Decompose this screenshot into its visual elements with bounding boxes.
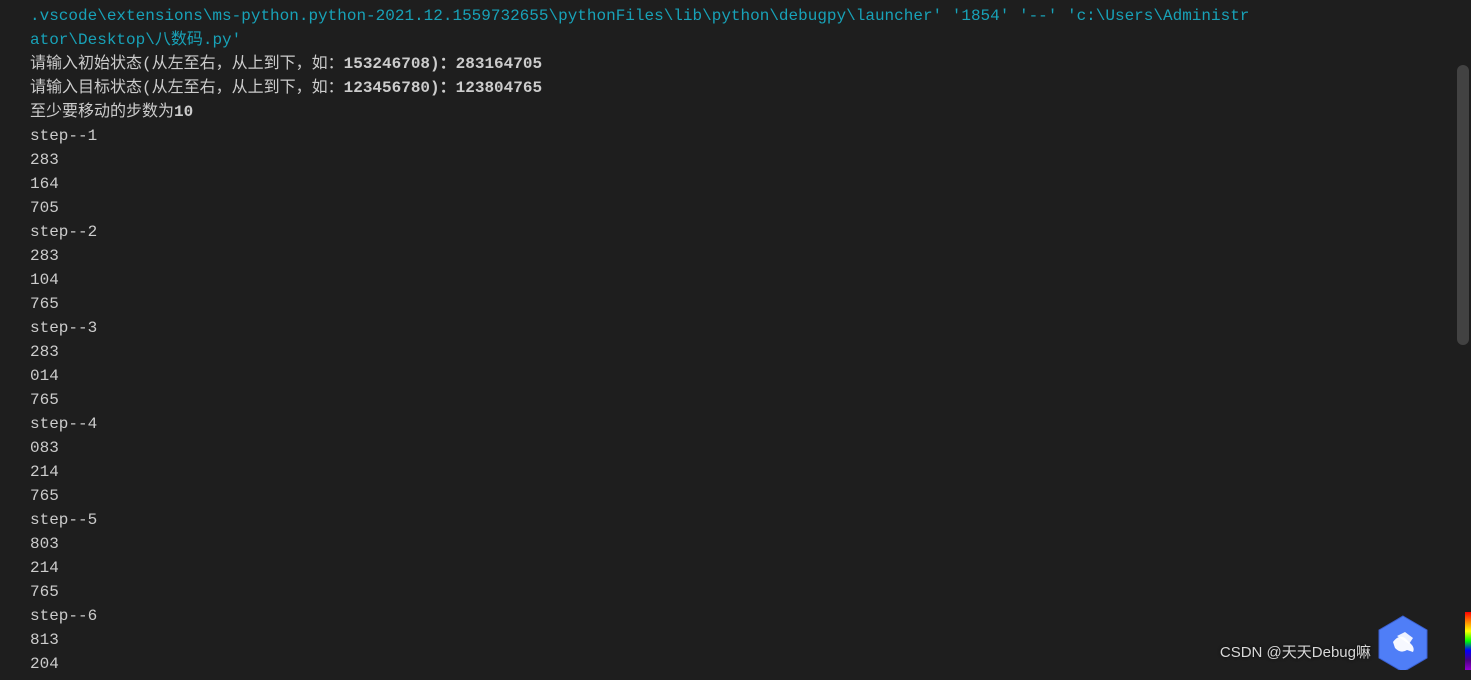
step-row: 283 [30,148,1471,172]
prompt-target-state: 请输入目标状态(从左至右，从上到下，如：123456780)：123804765 [30,76,1471,100]
step-label: step--5 [30,508,1471,532]
terminal-panel[interactable]: .vscode\extensions\ms-python.python-2021… [0,0,1471,680]
step-row: 014 [30,364,1471,388]
step-label: step--3 [30,316,1471,340]
watermark-text: CSDN @天天Debug嘛 [1220,641,1371,662]
step-row: 705 [30,196,1471,220]
command-filename: 八数码 [155,31,203,49]
step-row: 765 [30,388,1471,412]
step-row: 083 [30,436,1471,460]
csdn-logo-icon [1375,614,1431,670]
prompt-initial-state: 请输入初始状态(从左至右，从上到下，如：153246708)：283164705 [30,52,1471,76]
step-row: 283 [30,340,1471,364]
command-path-line2-suffix: .py' [203,31,241,49]
step-row: 803 [30,532,1471,556]
step-row: 765 [30,484,1471,508]
step-row: 283 [30,244,1471,268]
command-path-line1: .vscode\extensions\ms-python.python-2021… [30,7,1249,25]
step-label: step--2 [30,220,1471,244]
step-row: 164 [30,172,1471,196]
step-row: 765 [30,292,1471,316]
scrollbar-thumb[interactable] [1457,65,1469,345]
step-row: 765 [30,580,1471,604]
step-label: step--1 [30,124,1471,148]
min-steps-line: 至少要移动的步数为10 [30,100,1471,124]
step-row: 214 [30,556,1471,580]
command-path-line2-prefix: ator\Desktop\ [30,31,155,49]
rainbow-indicator [1465,612,1471,670]
step-row: 214 [30,460,1471,484]
step-label: step--4 [30,412,1471,436]
step-label: step--6 [30,604,1471,628]
step-row: 104 [30,268,1471,292]
